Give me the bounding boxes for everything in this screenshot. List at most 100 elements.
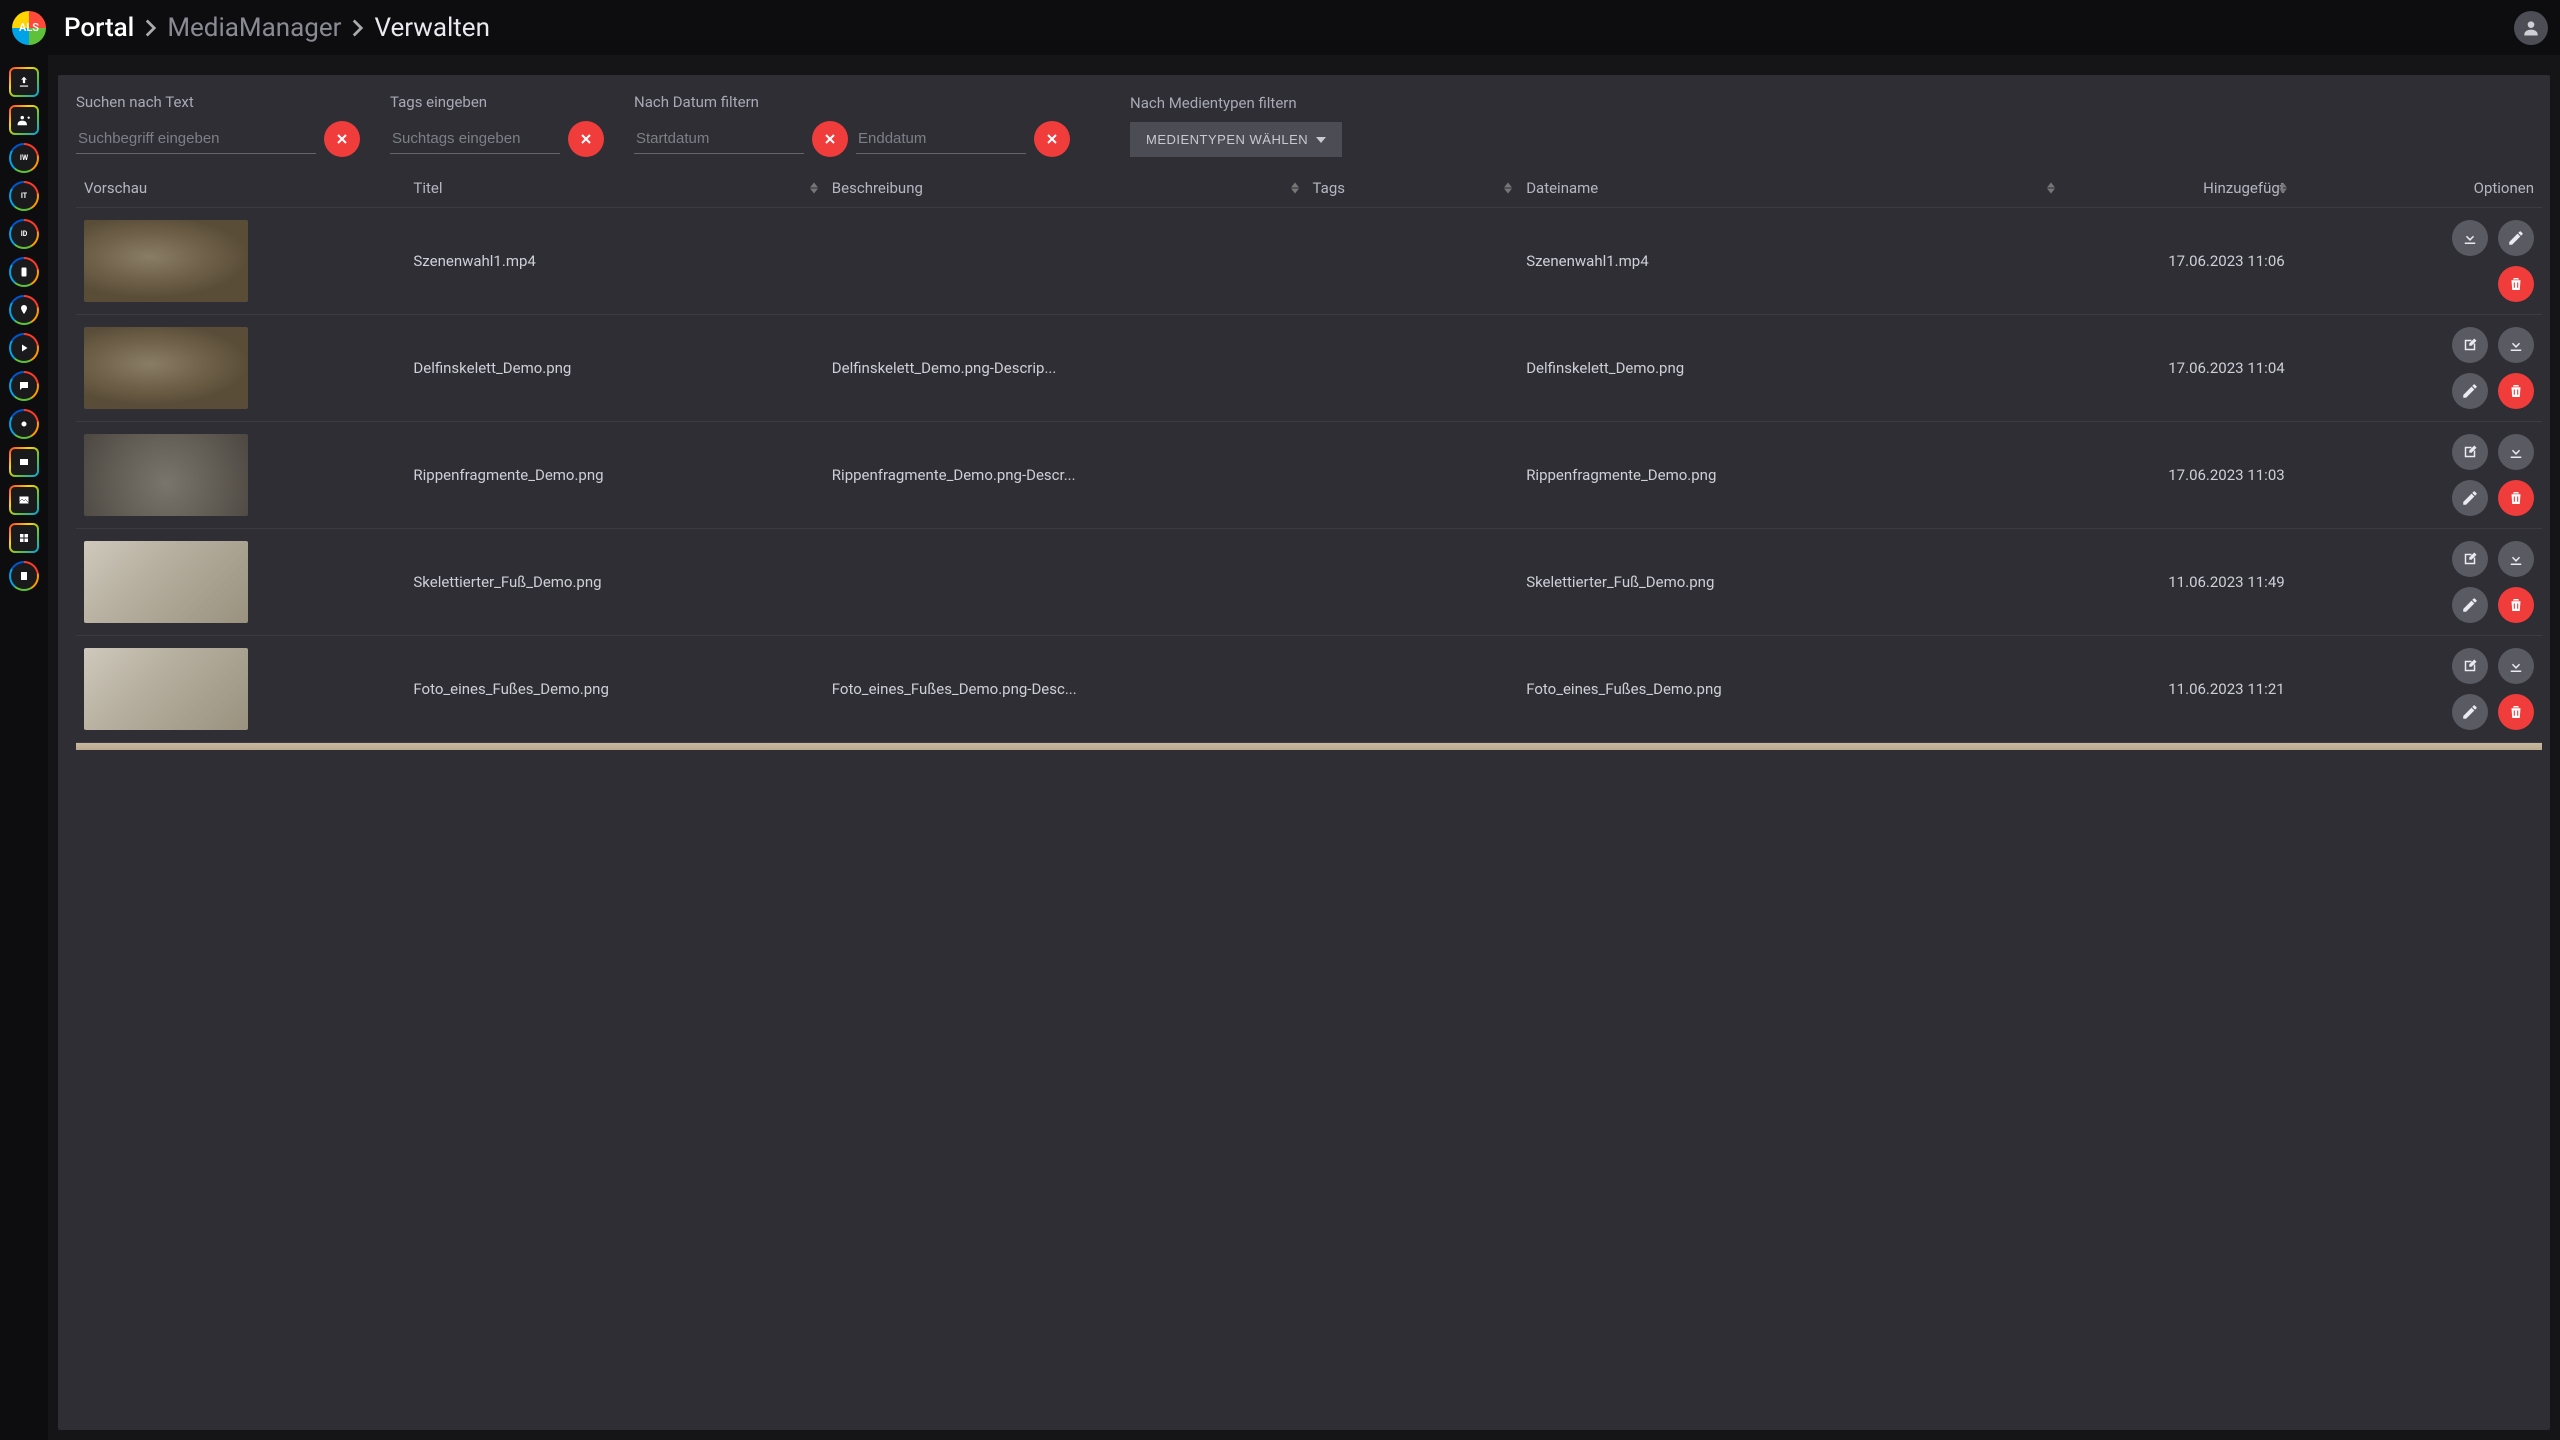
col-file[interactable]: Dateiname — [1518, 169, 2061, 208]
cell-desc: Foto_eines_Fußes_Demo.png-Desc... — [824, 636, 1305, 743]
date-start-input[interactable] — [634, 124, 804, 154]
date-label: Nach Datum filtern — [634, 93, 1070, 111]
thumbnail[interactable] — [84, 220, 248, 302]
search-input[interactable] — [76, 124, 316, 154]
rail-it[interactable]: IT — [9, 181, 39, 211]
cell-tags — [1305, 529, 1519, 636]
row-options — [2424, 327, 2534, 409]
col-title[interactable]: Titel — [405, 169, 823, 208]
cell-date: 17.06.2023 11:03 — [2061, 422, 2292, 529]
sort-icon — [810, 183, 818, 194]
breadcrumb-root[interactable]: Portal — [64, 13, 134, 43]
trash-button[interactable] — [2498, 480, 2534, 516]
cell-desc — [824, 208, 1305, 315]
clear-end-date-button[interactable] — [1034, 121, 1070, 157]
edit-button[interactable] — [2452, 373, 2488, 409]
trash-button[interactable] — [2498, 266, 2534, 302]
edit-button[interactable] — [2452, 694, 2488, 730]
clear-tags-button[interactable] — [568, 121, 604, 157]
chevron-right-icon — [351, 18, 364, 38]
chevron-right-icon — [144, 18, 157, 38]
rail-chat[interactable] — [9, 371, 39, 401]
cell-file: Szenenwahl1.mp4 — [1518, 208, 2061, 315]
sort-icon — [1291, 183, 1299, 194]
table-row: Szenenwahl1.mp4 Szenenwahl1.mp4 17.06.20… — [76, 208, 2542, 315]
clear-start-date-button[interactable] — [812, 121, 848, 157]
edit-button[interactable] — [2452, 480, 2488, 516]
edit-button[interactable] — [2452, 587, 2488, 623]
row-options — [2424, 220, 2534, 302]
cell-file: Rippenfragmente_Demo.png — [1518, 422, 2061, 529]
download-button[interactable] — [2452, 220, 2488, 256]
cell-tags — [1305, 315, 1519, 422]
tags-label: Tags eingeben — [390, 93, 604, 111]
rail-play[interactable] — [9, 333, 39, 363]
rail-misc[interactable] — [9, 561, 39, 591]
breadcrumb-mid[interactable]: MediaManager — [167, 13, 341, 43]
cell-title: Delfinskelett_Demo.png — [405, 315, 823, 422]
rail-pin[interactable] — [9, 295, 39, 325]
cell-date: 11.06.2023 11:49 — [2061, 529, 2292, 636]
row-options — [2424, 434, 2534, 516]
tags-input[interactable] — [390, 124, 560, 154]
avatar[interactable] — [2514, 11, 2548, 45]
rail-phone[interactable] — [9, 257, 39, 287]
cell-desc — [824, 529, 1305, 636]
meta-button[interactable] — [2452, 541, 2488, 577]
rail-film[interactable] — [9, 447, 39, 477]
edit-button[interactable] — [2498, 220, 2534, 256]
thumbnail[interactable] — [84, 327, 248, 409]
clear-search-button[interactable] — [324, 121, 360, 157]
sort-icon — [1504, 183, 1512, 194]
cell-desc: Delfinskelett_Demo.png-Descrip... — [824, 315, 1305, 422]
col-opts: Optionen — [2293, 169, 2542, 208]
cell-title: Skelettierter_Fuß_Demo.png — [405, 529, 823, 636]
thumbnail[interactable] — [84, 648, 248, 730]
sort-icon — [2279, 183, 2287, 194]
cell-tags — [1305, 636, 1519, 743]
rail-invite[interactable] — [9, 105, 39, 135]
download-button[interactable] — [2498, 648, 2534, 684]
thumbnail[interactable] — [84, 434, 248, 516]
rail-upload[interactable] — [9, 67, 39, 97]
thumbnail[interactable] — [84, 541, 248, 623]
download-button[interactable] — [2498, 327, 2534, 363]
download-button[interactable] — [2498, 434, 2534, 470]
meta-button[interactable] — [2452, 434, 2488, 470]
trash-button[interactable] — [2498, 587, 2534, 623]
rail-id[interactable]: ID — [9, 219, 39, 249]
mediatype-select-button[interactable]: MEDIENTYPEN WÄHLEN — [1130, 122, 1342, 157]
logo[interactable]: ALS — [12, 11, 46, 45]
trash-button[interactable] — [2498, 694, 2534, 730]
trash-button[interactable] — [2498, 373, 2534, 409]
main-panel: Suchen nach Text Tags eingeben — [58, 75, 2550, 1430]
table-row-peek — [76, 742, 2542, 750]
col-desc[interactable]: Beschreibung — [824, 169, 1305, 208]
col-date[interactable]: Hinzugefügt — [2061, 169, 2292, 208]
table-row: Delfinskelett_Demo.png Delfinskelett_Dem… — [76, 315, 2542, 422]
mediatype-label: Nach Medientypen filtern — [1130, 94, 1342, 112]
download-button[interactable] — [2498, 541, 2534, 577]
caret-down-icon — [1316, 137, 1326, 143]
rail-picture[interactable] — [9, 485, 39, 515]
rail-pano[interactable] — [9, 523, 39, 553]
meta-button[interactable] — [2452, 327, 2488, 363]
cell-date: 17.06.2023 11:04 — [2061, 315, 2292, 422]
rail-star[interactable] — [9, 409, 39, 439]
cell-tags — [1305, 422, 1519, 529]
side-rail: IW IT ID — [0, 55, 48, 1440]
media-table[interactable]: Vorschau Titel Beschreibung Tags Dateina… — [58, 169, 2550, 1410]
cell-file: Skelettierter_Fuß_Demo.png — [1518, 529, 2061, 636]
cell-title: Foto_eines_Fußes_Demo.png — [405, 636, 823, 743]
filter-bar: Suchen nach Text Tags eingeben — [58, 75, 2550, 169]
rail-iw[interactable]: IW — [9, 143, 39, 173]
table-row: Rippenfragmente_Demo.png Rippenfragmente… — [76, 422, 2542, 529]
row-options — [2424, 541, 2534, 623]
col-tags[interactable]: Tags — [1305, 169, 1519, 208]
cell-file: Foto_eines_Fußes_Demo.png — [1518, 636, 2061, 743]
table-row: Skelettierter_Fuß_Demo.png Skelettierter… — [76, 529, 2542, 636]
breadcrumb: Portal MediaManager Verwalten — [64, 13, 490, 43]
table-row: Foto_eines_Fußes_Demo.png Foto_eines_Fuß… — [76, 636, 2542, 743]
date-end-input[interactable] — [856, 124, 1026, 154]
meta-button[interactable] — [2452, 648, 2488, 684]
